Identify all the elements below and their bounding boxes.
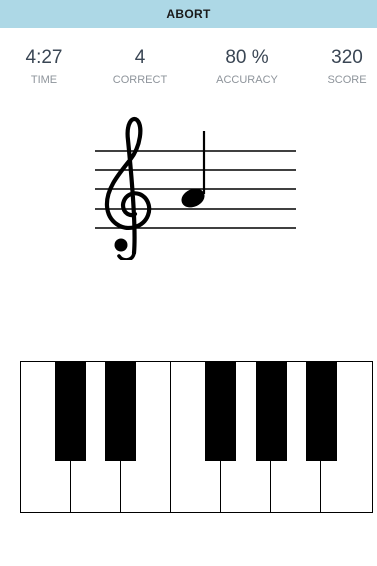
quarter-note-icon bbox=[181, 131, 206, 208]
correct-label: CORRECT bbox=[112, 74, 168, 86]
piano-keyboard bbox=[20, 361, 373, 513]
score-label: SCORE bbox=[327, 74, 367, 86]
correct-value: 4 bbox=[134, 47, 146, 68]
abort-label: ABORT bbox=[166, 7, 211, 21]
clef-bulb bbox=[114, 238, 128, 252]
accuracy-label: ACCURACY bbox=[216, 74, 278, 86]
accuracy-value: 80 % bbox=[225, 47, 269, 68]
black-key-a-sharp[interactable] bbox=[306, 361, 337, 461]
stat-accuracy: 80 % ACCURACY bbox=[202, 46, 292, 87]
black-key-c-sharp[interactable] bbox=[55, 361, 86, 461]
stat-correct: 4 CORRECT bbox=[95, 46, 185, 87]
stat-time: 4:27 TIME bbox=[0, 46, 89, 87]
abort-button[interactable]: ABORT bbox=[0, 0, 377, 28]
stat-score: 320 SCORE bbox=[302, 46, 377, 87]
score-value: 320 bbox=[331, 47, 363, 68]
stats-panel: 4:27 TIME 4 CORRECT 80 % ACCURACY 320 SC… bbox=[0, 46, 377, 90]
time-label: TIME bbox=[30, 74, 58, 86]
black-key-g-sharp[interactable] bbox=[256, 361, 287, 461]
time-value: 4:27 bbox=[25, 47, 63, 68]
music-staff bbox=[90, 110, 305, 262]
black-key-f-sharp[interactable] bbox=[205, 361, 236, 461]
black-key-d-sharp[interactable] bbox=[105, 361, 136, 461]
